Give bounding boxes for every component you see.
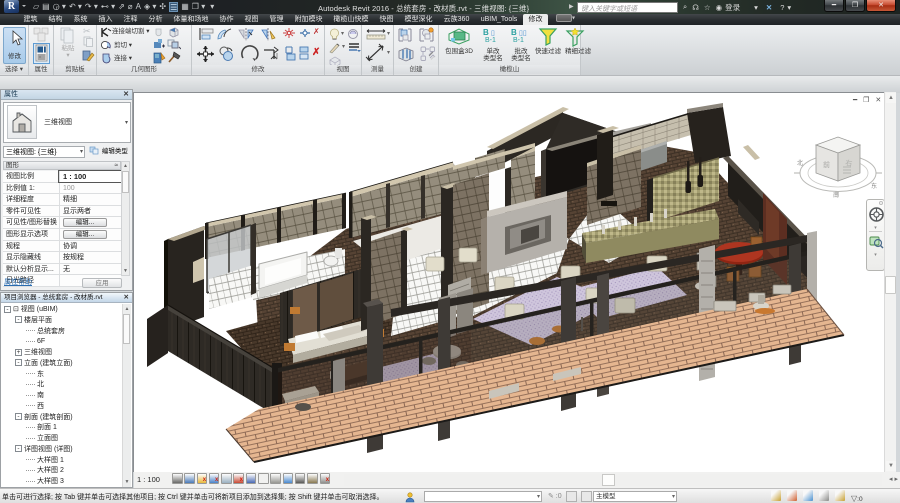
svg-text:前: 前 [823,160,830,169]
svg-text:东: 东 [871,182,877,190]
svg-text:南: 南 [833,191,839,199]
svg-text:北: 北 [797,159,803,167]
